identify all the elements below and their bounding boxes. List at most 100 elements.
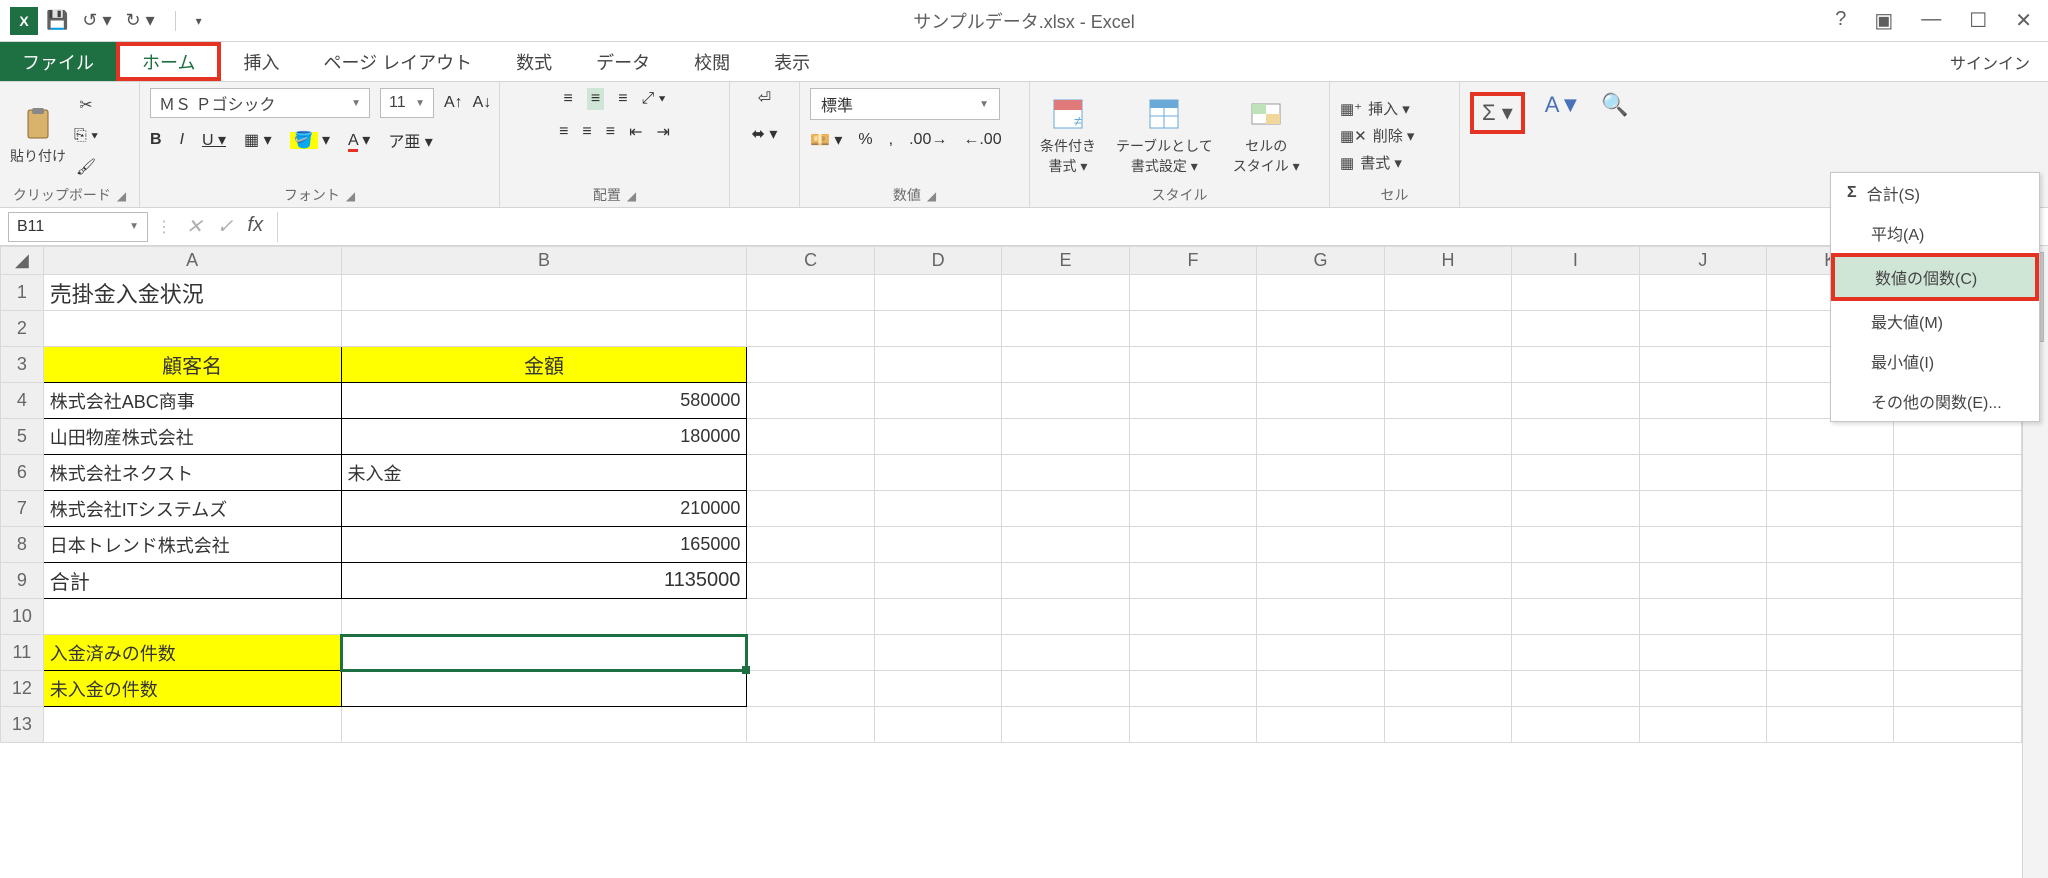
decrease-decimal-icon[interactable]: ←.00 <box>963 131 1001 149</box>
cell-B3[interactable]: 金額 <box>341 347 747 383</box>
qat-customize-icon[interactable]: ▾ <box>196 14 202 28</box>
tab-view[interactable]: 表示 <box>752 42 832 81</box>
insert-cells-button[interactable]: ▦⁺挿入 ▾ <box>1340 98 1414 119</box>
number-format-combo[interactable]: 標準▼ <box>810 88 1000 120</box>
col-header-E[interactable]: E <box>1002 247 1129 275</box>
row-header-2[interactable]: 2 <box>1 311 44 347</box>
align-bottom-icon[interactable]: ≡ <box>618 90 627 108</box>
cell-A2[interactable] <box>43 311 341 347</box>
row-header-5[interactable]: 5 <box>1 419 44 455</box>
row-header-1[interactable]: 1 <box>1 275 44 311</box>
tab-data[interactable]: データ <box>574 42 672 81</box>
menu-item-count[interactable]: 数値の個数(C) <box>1831 253 2039 301</box>
cell-A1[interactable]: 売掛金入金状況 <box>43 275 341 311</box>
autosum-button[interactable]: Σ ▾ <box>1470 92 1525 134</box>
close-icon[interactable]: ✕ <box>2015 8 2032 33</box>
menu-item-min[interactable]: 最小値(I) <box>1831 341 2039 381</box>
cell-B11[interactable] <box>341 635 747 671</box>
conditional-formatting-button[interactable]: ≠ 条件付き 書式 ▾ <box>1040 96 1096 176</box>
cell-A12[interactable]: 未入金の件数 <box>43 671 341 707</box>
tab-home[interactable]: ホーム <box>116 42 221 81</box>
bold-button[interactable]: B <box>150 131 162 149</box>
row-header-9[interactable]: 9 <box>1 563 44 599</box>
undo-icon[interactable]: ↺ ▾ <box>82 10 111 31</box>
find-select-button[interactable]: 🔍 <box>1601 92 1628 118</box>
cell-B12[interactable] <box>341 671 747 707</box>
select-all-corner[interactable]: ◢ <box>1 247 44 275</box>
cell-B6[interactable]: 未入金 <box>341 455 747 491</box>
cell-B7[interactable]: 210000 <box>341 491 747 527</box>
phonetic-button[interactable]: ア亜 ▾ <box>388 128 432 152</box>
cell-B8[interactable]: 165000 <box>341 527 747 563</box>
menu-item-average[interactable]: 平均(A) <box>1831 213 2039 253</box>
col-header-A[interactable]: A <box>43 247 341 275</box>
row-header-3[interactable]: 3 <box>1 347 44 383</box>
align-left-icon[interactable]: ≡ <box>559 123 568 141</box>
cancel-formula-icon[interactable]: ✕ <box>186 214 203 239</box>
number-dialog-launcher[interactable]: ◢ <box>927 189 936 203</box>
italic-button[interactable]: I <box>180 131 184 149</box>
delete-cells-button[interactable]: ▦✕削除 ▾ <box>1340 125 1414 146</box>
cell-A11[interactable]: 入金済みの件数 <box>43 635 341 671</box>
row-header-6[interactable]: 6 <box>1 455 44 491</box>
font-size-combo[interactable]: 11▼ <box>380 88 434 118</box>
align-right-icon[interactable]: ≡ <box>606 123 615 141</box>
cell-A4[interactable]: 株式会社ABC商事 <box>43 383 341 419</box>
spreadsheet-grid[interactable]: ◢ A B C D E F G H I J K L 1 売掛金入金状況 <box>0 246 2022 743</box>
fx-icon[interactable]: fx <box>248 214 264 239</box>
col-header-D[interactable]: D <box>874 247 1001 275</box>
merge-center-icon[interactable]: ⬌ ▾ <box>752 124 778 144</box>
redo-icon[interactable]: ↻ ▾ <box>126 10 155 31</box>
cell-B9[interactable]: 1135000 <box>341 563 747 599</box>
increase-indent-icon[interactable]: ⇥ <box>657 122 670 142</box>
row-header-11[interactable]: 11 <box>1 635 44 671</box>
save-icon[interactable]: 💾 <box>46 10 68 31</box>
clipboard-dialog-launcher[interactable]: ◢ <box>117 189 126 203</box>
font-color-button[interactable]: A ▾ <box>348 130 370 150</box>
row-header-4[interactable]: 4 <box>1 383 44 419</box>
cell-A3[interactable]: 顧客名 <box>43 347 341 383</box>
fill-color-button[interactable]: 🪣 ▾ <box>290 130 330 150</box>
cell-A10[interactable] <box>43 599 341 635</box>
decrease-indent-icon[interactable]: ⇤ <box>629 122 642 142</box>
sign-in-link[interactable]: サインイン <box>1932 42 2048 81</box>
col-header-J[interactable]: J <box>1639 247 1766 275</box>
comma-format-icon[interactable]: , <box>889 131 893 149</box>
col-header-B[interactable]: B <box>341 247 747 275</box>
enter-formula-icon[interactable]: ✓ <box>217 214 234 239</box>
name-box[interactable]: B11▼ <box>8 212 148 242</box>
sort-filter-button[interactable]: A▼ <box>1545 92 1581 118</box>
row-header-12[interactable]: 12 <box>1 671 44 707</box>
alignment-dialog-launcher[interactable]: ◢ <box>627 189 636 203</box>
align-middle-icon[interactable]: ≡ <box>587 88 604 110</box>
col-header-G[interactable]: G <box>1257 247 1385 275</box>
cell-B1[interactable] <box>341 275 747 311</box>
cell-A9[interactable]: 合計 <box>43 563 341 599</box>
tab-review[interactable]: 校閲 <box>672 42 752 81</box>
col-header-I[interactable]: I <box>1512 247 1639 275</box>
col-header-C[interactable]: C <box>747 247 874 275</box>
format-cells-button[interactable]: ▦書式 ▾ <box>1340 152 1414 173</box>
menu-item-max[interactable]: 最大値(M) <box>1831 301 2039 341</box>
wrap-text-icon[interactable]: ⏎ <box>758 88 771 108</box>
tab-formulas[interactable]: 数式 <box>494 42 574 81</box>
copy-icon[interactable]: ⎘ ▾ <box>74 127 98 145</box>
formula-input[interactable] <box>277 212 2018 242</box>
minimize-icon[interactable]: — <box>1921 8 1941 33</box>
row-header-10[interactable]: 10 <box>1 599 44 635</box>
cell-A8[interactable]: 日本トレンド株式会社 <box>43 527 341 563</box>
cut-icon[interactable]: ✂ <box>79 95 92 115</box>
font-name-combo[interactable]: ＭＳ Ｐゴシック▼ <box>150 88 370 118</box>
increase-font-icon[interactable]: A↑ <box>444 94 463 112</box>
align-center-icon[interactable]: ≡ <box>582 123 591 141</box>
cell-A7[interactable]: 株式会社ITシステムズ <box>43 491 341 527</box>
percent-format-icon[interactable]: % <box>858 131 872 149</box>
cell-A5[interactable]: 山田物産株式会社 <box>43 419 341 455</box>
cell-B4[interactable]: 580000 <box>341 383 747 419</box>
menu-item-more-functions[interactable]: その他の関数(E)... <box>1831 381 2039 421</box>
border-button[interactable]: ▦ ▾ <box>244 130 272 150</box>
tab-insert[interactable]: 挿入 <box>221 42 301 81</box>
row-header-8[interactable]: 8 <box>1 527 44 563</box>
underline-button[interactable]: U ▾ <box>202 130 226 150</box>
ribbon-options-icon[interactable]: ▣ <box>1874 8 1893 33</box>
